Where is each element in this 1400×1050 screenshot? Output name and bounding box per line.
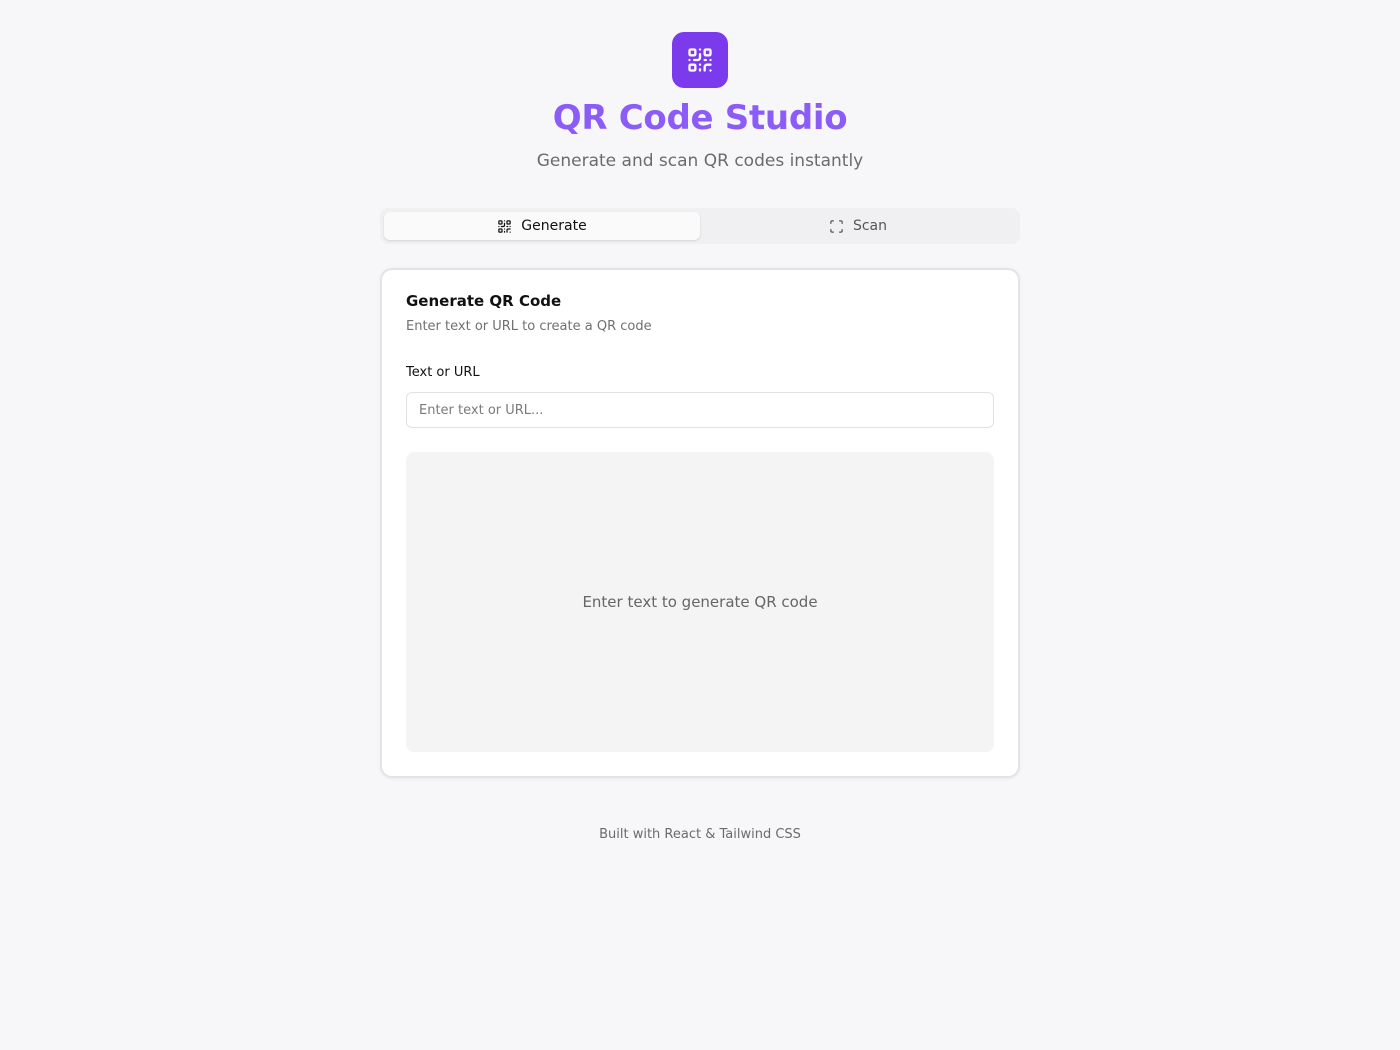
- footer-text: Built with React & Tailwind CSS: [599, 827, 801, 842]
- qr-code-icon: [688, 48, 712, 72]
- card-description: Enter text or URL to create a QR code: [406, 319, 652, 334]
- qr-preview-placeholder: Enter text to generate QR code: [582, 593, 818, 611]
- mode-tabs: Generate Scan: [380, 208, 1020, 244]
- app-logo: [672, 32, 728, 88]
- qr-preview-area: Enter text to generate QR code: [406, 452, 994, 752]
- tab-scan-label: Scan: [852, 218, 888, 234]
- card-title: Generate QR Code: [406, 292, 562, 310]
- tab-generate-label: Generate: [521, 218, 587, 234]
- tab-generate[interactable]: Generate: [384, 212, 700, 240]
- page-title: QR Code Studio: [552, 98, 848, 138]
- text-url-label: Text or URL: [406, 365, 480, 380]
- generate-card: Generate QR Code Enter text or URL to cr…: [380, 268, 1020, 778]
- page-subtitle: Generate and scan QR codes instantly: [536, 151, 864, 171]
- qr-code-icon: [498, 219, 512, 233]
- text-url-input[interactable]: [406, 392, 994, 428]
- tab-scan[interactable]: Scan: [700, 212, 1016, 240]
- scan-frame-icon: [830, 219, 843, 233]
